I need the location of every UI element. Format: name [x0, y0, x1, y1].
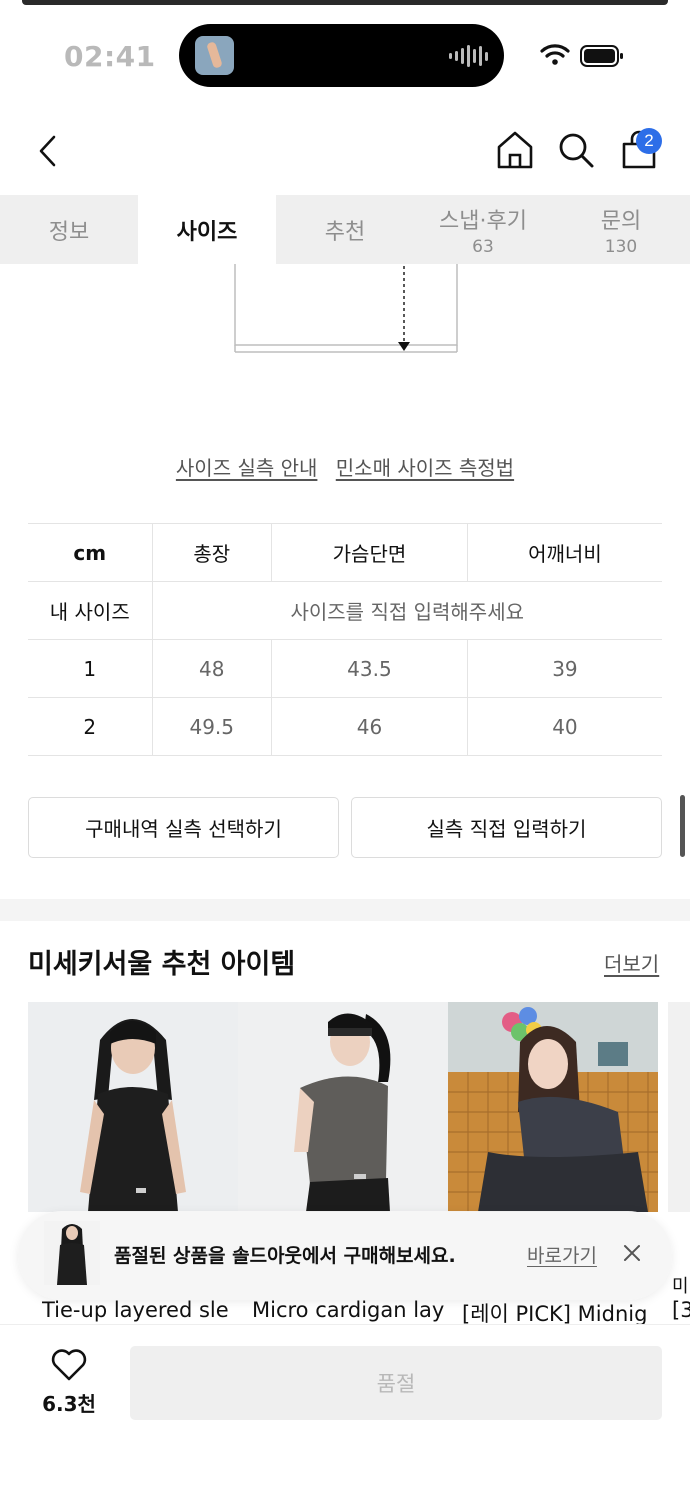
- my-size-label: 내 사이즈: [28, 581, 152, 640]
- recommend-title: 미세키서울 추천 아이템: [28, 949, 296, 980]
- cell-chest: 43.5: [271, 639, 468, 698]
- soldout-toast[interactable]: 품절된 상품을 솔드아웃에서 구매해보세요. 바로가기: [18, 1211, 672, 1300]
- product-name[interactable]: Tie-up layered sle: [42, 1298, 242, 1322]
- cell-chest: 46: [271, 697, 468, 756]
- tab-label: 사이즈: [176, 219, 238, 245]
- tab-info[interactable]: 정보: [0, 195, 138, 264]
- product-photo: [448, 1002, 658, 1212]
- cell-length: 49.5: [151, 697, 272, 756]
- heart-icon[interactable]: [50, 1348, 88, 1382]
- product-card-image[interactable]: [668, 1002, 690, 1212]
- back-icon[interactable]: [36, 134, 60, 168]
- like-count: 6.3천: [42, 1392, 96, 1416]
- size-diagram: [234, 264, 458, 353]
- search-icon[interactable]: [557, 130, 595, 170]
- header-chest: 가슴단면: [271, 523, 468, 582]
- size-table: cm 총장 가슴단면 어깨너비 내 사이즈 사이즈를 직접 입력해주세요 1 4…: [28, 523, 662, 756]
- cart-count-badge: 2: [636, 128, 662, 154]
- top-edge: [22, 0, 668, 5]
- section-divider: [0, 899, 690, 921]
- status-time: 02:41: [64, 40, 156, 73]
- product-photo: [28, 1002, 238, 1212]
- tab-snap-review[interactable]: 스냅·후기 63: [414, 195, 552, 264]
- battery-icon: [580, 45, 623, 67]
- close-icon[interactable]: [620, 1241, 644, 1265]
- tab-count: 63: [472, 236, 494, 257]
- size-label: 2: [28, 697, 152, 756]
- toast-product-thumbnail: [44, 1221, 100, 1285]
- cell-length: 48: [151, 639, 272, 698]
- recommend-more-link[interactable]: 더보기: [604, 948, 659, 977]
- tab-count: 130: [604, 236, 638, 257]
- size-guide-links: 사이즈 실측 안내 민소매 사이즈 측정법: [0, 452, 690, 481]
- table-row: 2 49.5 46 40: [28, 697, 662, 756]
- soldout-button[interactable]: 품절: [130, 1346, 662, 1420]
- size-label: 1: [28, 639, 152, 698]
- table-header-row: cm 총장 가슴단면 어깨너비: [28, 523, 662, 582]
- product-card-image[interactable]: [28, 1002, 238, 1212]
- tab-inquiry[interactable]: 문의 130: [552, 195, 690, 264]
- tab-label: 정보: [48, 219, 90, 245]
- product-name[interactable]: Micro cardigan lay: [252, 1298, 452, 1322]
- product-brand-partial: 미: [672, 1276, 689, 1297]
- product-tabs: 정보 사이즈 추천 스냅·후기 63 문의 130: [0, 195, 690, 264]
- tab-label: 문의: [600, 208, 642, 234]
- header-unit: cm: [28, 523, 152, 582]
- measure-method-link[interactable]: 민소매 사이즈 측정법: [336, 456, 514, 480]
- tab-label: 추천: [324, 219, 366, 245]
- toast-message: 품절된 상품을 솔드아웃에서 구매해보세요.: [114, 1245, 456, 1267]
- scrollbar[interactable]: [680, 795, 685, 857]
- toast-go-link[interactable]: 바로가기: [527, 1241, 597, 1268]
- audio-wave-icon: [449, 44, 488, 68]
- size-guide-link[interactable]: 사이즈 실측 안내: [176, 456, 318, 480]
- product-photo: [668, 1002, 690, 1212]
- header-shoulder: 어깨너비: [466, 523, 662, 582]
- home-icon[interactable]: [496, 130, 534, 170]
- product-card-image[interactable]: [238, 1002, 448, 1212]
- cell-shoulder: 40: [466, 697, 662, 756]
- product-card-image[interactable]: [448, 1002, 658, 1212]
- tab-size[interactable]: 사이즈: [138, 195, 276, 264]
- my-size-row[interactable]: 내 사이즈 사이즈를 직접 입력해주세요: [28, 581, 662, 640]
- my-size-input-prompt[interactable]: 사이즈를 직접 입력해주세요: [151, 581, 662, 640]
- tab-recommend[interactable]: 추천: [276, 195, 414, 264]
- cell-shoulder: 39: [466, 639, 662, 698]
- header-length: 총장: [151, 523, 272, 582]
- now-playing-thumbnail: [195, 36, 234, 75]
- select-purchase-size-button[interactable]: 구매내역 실측 선택하기: [28, 797, 339, 858]
- tab-label: 스냅·후기: [439, 208, 527, 234]
- direct-input-size-button[interactable]: 실측 직접 입력하기: [351, 797, 662, 858]
- product-name[interactable]: [3: [672, 1298, 690, 1322]
- wifi-icon: [540, 44, 570, 65]
- table-row: 1 48 43.5 39: [28, 639, 662, 698]
- dynamic-island: [179, 24, 504, 87]
- product-photo: [238, 1002, 448, 1212]
